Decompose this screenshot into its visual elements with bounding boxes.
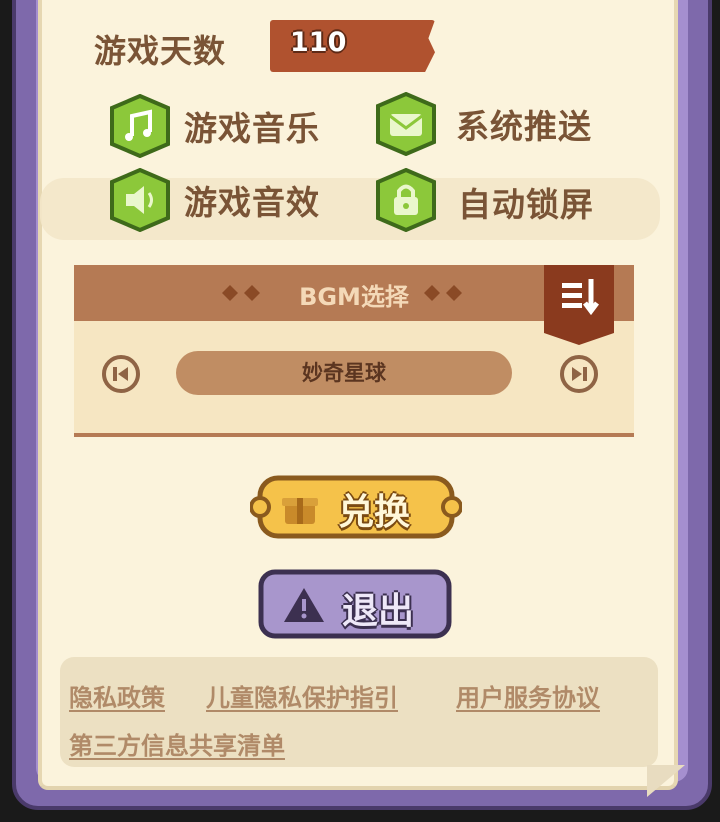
exit-button[interactable]: 退出 [258, 569, 452, 641]
user-agreement-link[interactable]: 用户服务协议 [456, 678, 600, 713]
current-song: 妙奇星球 [176, 351, 512, 395]
prev-icon [113, 367, 128, 381]
days-badge: 110 [270, 20, 435, 72]
days-value: 110 [290, 27, 347, 58]
redeem-label: 兑换 [338, 492, 411, 533]
child-privacy-link[interactable]: 儿童隐私保护指引 [206, 678, 398, 713]
lock-icon[interactable] [374, 168, 438, 232]
prev-song-button[interactable] [102, 355, 140, 393]
warning-icon [284, 588, 324, 622]
days-label: 游戏天数 [94, 32, 227, 70]
sfx-toggle-label: 游戏音效 [184, 183, 320, 222]
third-party-sharing-link[interactable]: 第三方信息共享清单 [69, 726, 285, 761]
bgm-panel: BGM选择 妙奇星球 [74, 265, 634, 437]
gift-icon [282, 498, 318, 524]
lock-toggle-label: 自动锁屏 [458, 185, 594, 224]
diamond-decor-right-icon [424, 285, 462, 301]
redeem-button[interactable]: 兑换 [249, 474, 463, 540]
envelope-icon[interactable] [374, 92, 438, 156]
push-toggle-label: 系统推送 [456, 107, 592, 146]
next-icon [572, 367, 587, 381]
playlist-icon [562, 279, 599, 316]
playlist-button[interactable] [544, 265, 614, 345]
speaker-icon[interactable] [108, 168, 172, 232]
music-note-icon[interactable] [108, 94, 172, 158]
privacy-policy-link[interactable]: 隐私政策 [69, 678, 165, 713]
music-toggle-label: 游戏音乐 [184, 109, 320, 148]
exit-label: 退出 [342, 591, 415, 632]
next-song-button[interactable] [560, 355, 598, 393]
